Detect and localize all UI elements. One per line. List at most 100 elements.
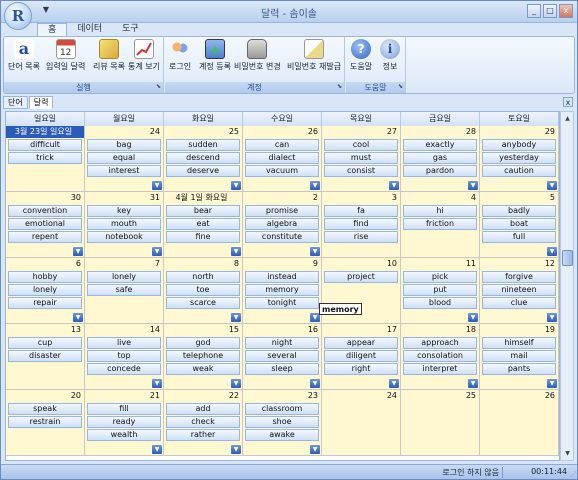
more-events-icon[interactable]: ▼ [547,313,557,322]
more-events-icon[interactable]: ▼ [310,181,320,190]
more-events-icon[interactable]: ▼ [389,379,399,388]
day-cell[interactable]: 25 sudden descend deserve ▼ [164,126,243,192]
calendar-event[interactable]: cool [324,139,398,151]
calendar-event[interactable]: pants [482,363,556,375]
calendar-event[interactable]: blood [403,297,477,309]
input-date-calendar-button[interactable]: 12 입력일 달력 [46,39,85,72]
change-password-button[interactable]: 비밀번호 변경 [234,39,281,72]
day-cell[interactable]: 2 promise algebra constitute ▼ [243,192,322,258]
calendar-event[interactable]: memory [245,284,319,296]
day-cell[interactable]: 22 add check rather ▼ [164,390,243,456]
register-account-button[interactable]: + 계정 등록 [199,39,231,72]
dialog-launcher-icon[interactable]: ⬊ [156,81,161,92]
calendar-event[interactable]: wealth [87,429,161,441]
calendar-event[interactable]: hobby [8,271,82,283]
more-events-icon[interactable]: ▼ [73,313,83,322]
reissue-password-button[interactable]: 비밀번호 재발급 [287,39,341,72]
more-events-icon[interactable]: ▼ [231,247,241,256]
day-cell[interactable]: 3 fa find rise [322,192,401,258]
calendar-event[interactable]: god [166,337,240,349]
maximize-icon[interactable]: □ [543,4,557,18]
calendar-event[interactable]: shoe [245,416,319,428]
day-cell[interactable]: 8 north toe scarce ▼ [164,258,243,324]
calendar-event[interactable]: pardon [403,165,477,177]
calendar-event[interactable]: lonely [87,271,161,283]
info-button[interactable]: i 정보 [380,39,400,72]
calendar-event[interactable]: emotional [8,218,82,230]
calendar-event[interactable]: notebook [87,231,161,243]
calendar-event[interactable]: toe [166,284,240,296]
dialog-launcher-icon[interactable]: ⬊ [337,81,342,92]
calendar-event[interactable]: equal [87,152,161,164]
day-cell[interactable]: 24 [322,390,401,456]
calendar-event[interactable]: forgive [482,271,556,283]
calendar-event[interactable]: dialect [245,152,319,164]
scroll-thumb[interactable] [562,250,573,266]
calendar-event[interactable]: sudden [166,139,240,151]
day-cell[interactable]: 17 appear diligent right ▼ [322,324,401,390]
review-list-button[interactable]: 리뷰 목록 [93,39,125,72]
calendar-event[interactable]: rather [166,429,240,441]
calendar-event[interactable]: ready [87,416,161,428]
calendar-event[interactable]: appear [324,337,398,349]
calendar-event[interactable]: clue [482,297,556,309]
calendar-event[interactable]: pick [403,271,477,283]
calendar-event[interactable]: classroom [245,403,319,415]
vertical-scrollbar[interactable]: ▲ ▼ [560,111,574,461]
day-cell[interactable]: 5 badly boat full ▼ [480,192,559,258]
calendar-event[interactable]: must [324,152,398,164]
scroll-down-icon[interactable]: ▼ [562,448,573,459]
calendar-event[interactable]: disaster [8,350,82,362]
calendar-event[interactable]: fine [166,231,240,243]
calendar-event[interactable]: fill [87,403,161,415]
day-cell[interactable]: 6 hobby lonely repair ▼ [6,258,85,324]
calendar-event[interactable]: can [245,139,319,151]
more-events-icon[interactable]: ▼ [468,313,478,322]
scroll-up-icon[interactable]: ▲ [562,113,573,124]
calendar-event[interactable]: put [403,284,477,296]
calendar-event[interactable]: instead [245,271,319,283]
calendar-event[interactable]: trick [8,152,82,164]
calendar-event[interactable]: cup [8,337,82,349]
more-events-icon[interactable]: ▼ [310,379,320,388]
calendar-event[interactable]: several [245,350,319,362]
more-events-icon[interactable]: ▼ [389,181,399,190]
calendar-event[interactable]: night [245,337,319,349]
calendar-event[interactable]: gas [403,152,477,164]
calendar-event[interactable]: algebra [245,218,319,230]
day-cell[interactable]: 15 god telephone weak ▼ [164,324,243,390]
calendar-event[interactable]: vacuum [245,165,319,177]
calendar-event[interactable]: repent [8,231,82,243]
calendar-event[interactable]: boat [482,218,556,230]
calendar-event[interactable]: concede [87,363,161,375]
calendar-event[interactable]: key [87,205,161,217]
calendar-event[interactable]: find [324,218,398,230]
day-cell[interactable]: 31 key mouth notebook ▼ [85,192,164,258]
calendar-event[interactable]: right [324,363,398,375]
vocabulary-list-button[interactable]: a 단어 목록 [8,39,40,72]
calendar-event[interactable]: awake [245,429,319,441]
calendar-event[interactable]: consolation [403,350,477,362]
day-cell[interactable]: 26 [480,390,559,456]
more-events-icon[interactable]: ▼ [152,379,162,388]
more-events-icon[interactable]: ▼ [547,181,557,190]
day-cell[interactable]: 28 exactly gas pardon ▼ [401,126,480,192]
more-events-icon[interactable]: ▼ [547,379,557,388]
close-document-icon[interactable]: x [563,97,573,107]
calendar-event[interactable]: difficult [8,139,82,151]
calendar-event[interactable]: north [166,271,240,283]
calendar-event[interactable]: himself [482,337,556,349]
calendar-event[interactable]: mail [482,350,556,362]
login-button[interactable]: 로그인 [169,39,191,72]
day-cell[interactable]: 30 convention emotional repent ▼ [6,192,85,258]
calendar-event[interactable]: scarce [166,297,240,309]
calendar-event[interactable]: deserve [166,165,240,177]
calendar-event[interactable]: restrain [8,416,82,428]
more-events-icon[interactable]: ▼ [152,247,162,256]
calendar-event[interactable]: exactly [403,139,477,151]
calendar-event[interactable]: fa [324,205,398,217]
day-cell[interactable]: 27 cool must consist ▼ [322,126,401,192]
more-events-icon[interactable]: ▼ [468,181,478,190]
calendar-event[interactable]: rise [324,231,398,243]
calendar-event[interactable]: caution [482,165,556,177]
